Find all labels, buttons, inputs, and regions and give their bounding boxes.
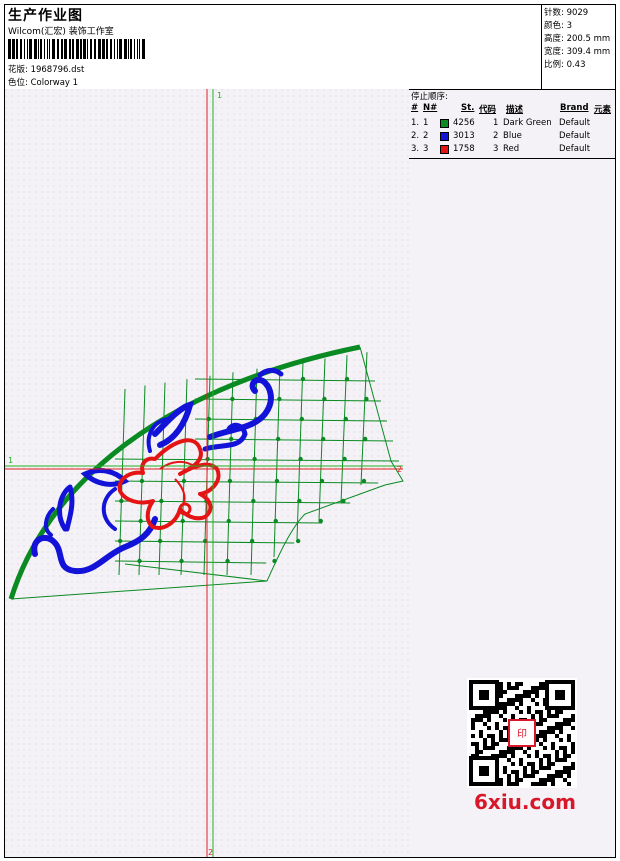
row-needle: 3 bbox=[423, 144, 429, 154]
row-brand: Default bbox=[559, 118, 591, 128]
row-desc: Blue bbox=[503, 131, 522, 141]
company-name: Wilcom(汇宏) 装饰工作室 bbox=[8, 27, 114, 37]
row-stitches: 4256 bbox=[453, 118, 475, 128]
row-stitches: 1758 bbox=[453, 144, 475, 154]
col-header-brand: Brand bbox=[560, 103, 589, 113]
colorway-label: 色位: Colorway 1 bbox=[8, 78, 79, 88]
col-header-desc: 描述 bbox=[506, 105, 524, 115]
color-swatch bbox=[440, 145, 449, 154]
row-brand: Default bbox=[559, 144, 591, 154]
col-header-index: # bbox=[411, 103, 419, 113]
svg-text:印: 印 bbox=[517, 728, 527, 740]
embroidery-drawing: 1 2 1 2 bbox=[5, 89, 409, 857]
stat-width: 宽度: 309.4 mm bbox=[544, 47, 611, 57]
stop-row: 1. 1 4256 1 Dark Green Default bbox=[409, 117, 615, 130]
row-index: 1. bbox=[411, 118, 420, 128]
watermark-logo: 6xiu.com bbox=[474, 790, 576, 814]
qr-code-icon: 印 bbox=[467, 678, 577, 788]
stop-row: 2. 2 3013 2 Blue Default bbox=[409, 130, 615, 143]
row-index: 2. bbox=[411, 131, 420, 141]
design-preview: 1 2 1 2 bbox=[5, 89, 409, 857]
stat-scale: 比例: 0.43 bbox=[544, 60, 586, 70]
row-code: 1 bbox=[493, 118, 499, 128]
row-needle: 1 bbox=[423, 118, 429, 128]
row-code: 2 bbox=[493, 131, 499, 141]
guide-marker-bottom: 2 bbox=[208, 848, 213, 857]
col-header-stitches: St. bbox=[461, 103, 475, 113]
row-index: 3. bbox=[411, 144, 420, 154]
color-swatch bbox=[440, 132, 449, 141]
stat-height: 高度: 200.5 mm bbox=[544, 34, 611, 44]
col-header-element: 元素 bbox=[594, 105, 612, 115]
stats-box: 针数: 9029 颜色: 3 高度: 200.5 mm 宽度: 309.4 mm… bbox=[541, 5, 615, 89]
col-header-code: 代码 bbox=[479, 105, 497, 115]
guide-marker-left: 1 bbox=[8, 456, 13, 465]
stop-row: 3. 3 1758 3 Red Default bbox=[409, 143, 615, 156]
row-needle: 2 bbox=[423, 131, 429, 141]
guide-marker-right: 2 bbox=[397, 465, 402, 474]
page-title: 生产作业图 bbox=[8, 8, 83, 24]
row-brand: Default bbox=[559, 131, 591, 141]
col-header-needle: N# bbox=[423, 103, 438, 113]
header: 生产作业图 Wilcom(汇宏) 装饰工作室 花版: 1968796.dst 色… bbox=[5, 5, 615, 90]
design-file-label: 花版: 1968796.dst bbox=[8, 65, 85, 75]
row-desc: Red bbox=[503, 144, 520, 154]
stat-colors: 颜色: 3 bbox=[544, 21, 572, 31]
row-stitches: 3013 bbox=[453, 131, 475, 141]
stop-sequence-title: 停止顺序: bbox=[411, 92, 448, 102]
guide-marker-top: 1 bbox=[217, 91, 222, 100]
row-code: 3 bbox=[493, 144, 499, 154]
barcode-icon bbox=[8, 39, 145, 59]
row-desc: Dark Green bbox=[503, 118, 552, 128]
panel-divider bbox=[409, 158, 615, 159]
color-swatch bbox=[440, 119, 449, 128]
stat-stitches: 针数: 9029 bbox=[544, 8, 589, 18]
